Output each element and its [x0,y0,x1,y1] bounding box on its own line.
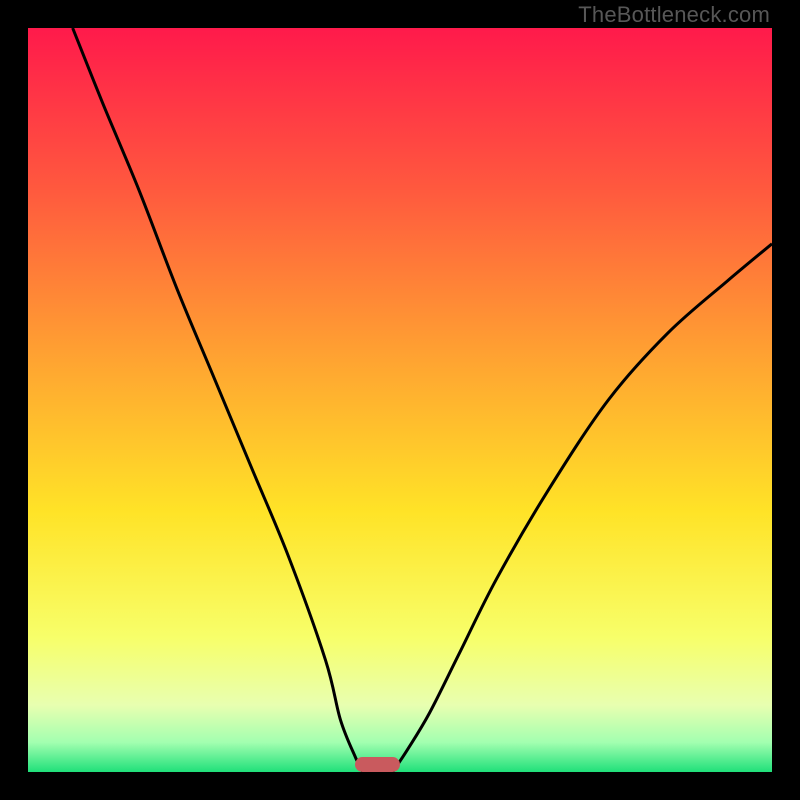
bottleneck-chart [28,28,772,772]
optimal-range-marker [355,757,400,772]
chart-frame [28,28,772,772]
watermark-text: TheBottleneck.com [578,2,770,28]
gradient-background [28,28,772,772]
